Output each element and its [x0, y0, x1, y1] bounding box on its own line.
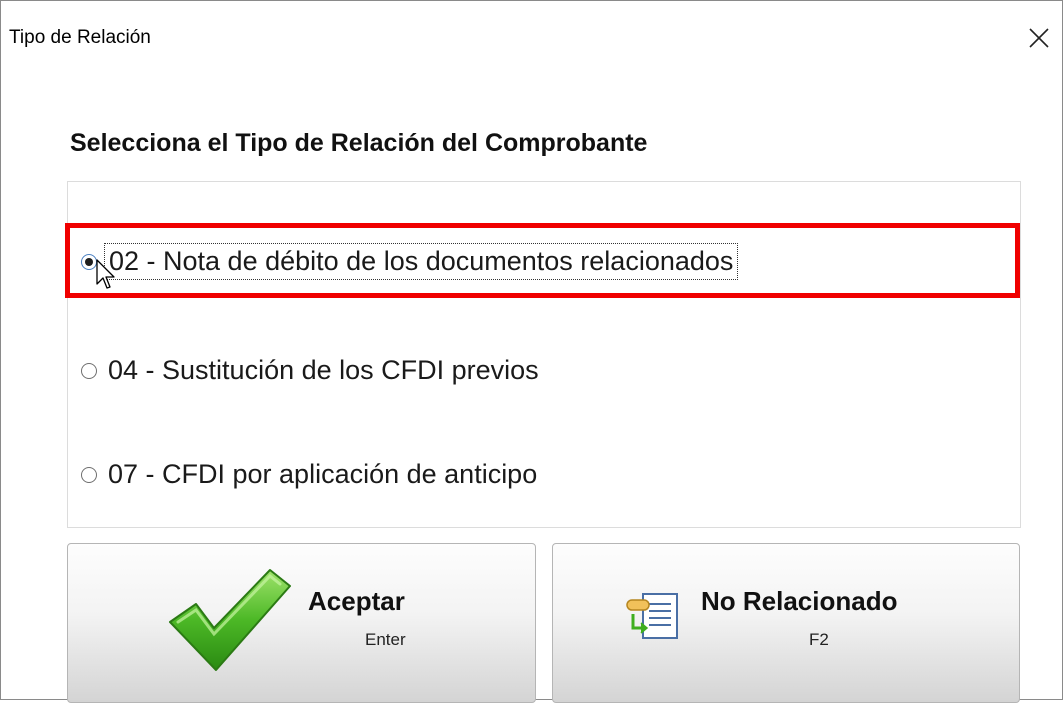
document-link-icon	[626, 593, 678, 639]
radio-button[interactable]	[81, 466, 97, 483]
option-label: 07 - CFDI por aplicación de anticipo	[108, 459, 538, 489]
window-title: Tipo de Relación	[9, 27, 151, 48]
dialog-heading: Selecciona el Tipo de Relación del Compr…	[70, 129, 648, 157]
option-label: 04 - Sustitución de los CFDI previos	[108, 355, 539, 385]
radio-button[interactable]	[81, 362, 97, 379]
option-04-substitution[interactable]: 04 - Sustitución de los CFDI previos	[81, 353, 543, 388]
no-related-button[interactable]: No Relacionado F2	[552, 543, 1020, 703]
close-button[interactable]	[1016, 15, 1062, 61]
option-07-advance[interactable]: 07 - CFDI por aplicación de anticipo	[81, 457, 541, 492]
title-bar: Tipo de Relación	[1, 1, 1062, 77]
checkmark-icon	[169, 569, 291, 671]
accept-button[interactable]: Aceptar Enter	[67, 543, 536, 703]
highlight-annotation-box	[65, 223, 1020, 298]
accept-shortcut: Enter	[365, 630, 406, 649]
mouse-cursor-icon	[96, 259, 115, 289]
no-related-shortcut: F2	[809, 630, 829, 649]
dialog-window: Tipo de Relación Selecciona el Tipo de R…	[0, 0, 1063, 703]
no-related-label: No Relacionado	[701, 586, 898, 616]
accept-label: Aceptar	[308, 586, 405, 616]
close-icon	[1029, 28, 1049, 48]
